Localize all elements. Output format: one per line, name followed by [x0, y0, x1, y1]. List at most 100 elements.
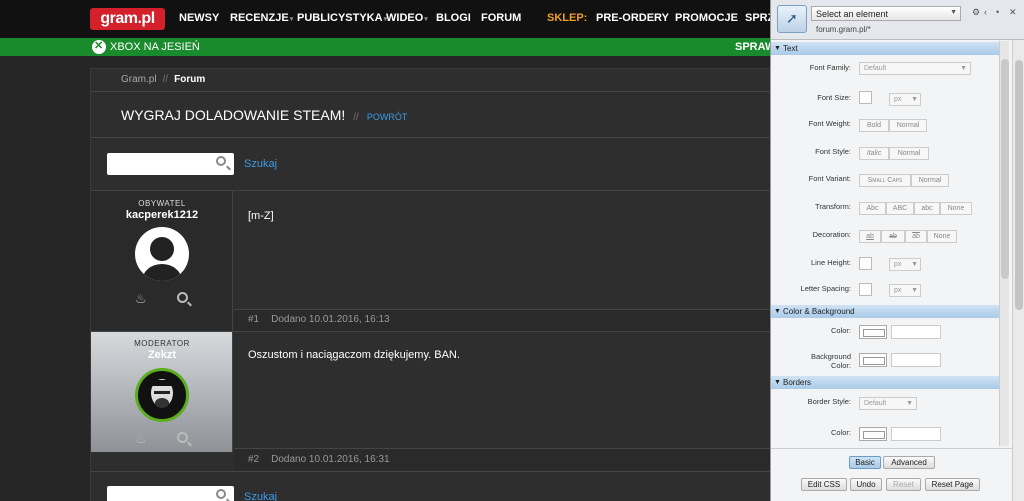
decoration-underline[interactable]: ab	[859, 230, 881, 243]
nav-forum[interactable]: FORUM	[481, 12, 521, 24]
username[interactable]: kacperek1212	[91, 209, 233, 221]
font-size-unit-select[interactable]: px ▼	[889, 93, 921, 106]
nav-publicystyka[interactable]: PUBLICYSTYKA▾	[297, 12, 387, 24]
collapse-icon[interactable]: ‹	[984, 7, 987, 17]
border-style-select[interactable]: Default ▼	[859, 397, 917, 410]
site-logo[interactable]: gram.pl	[90, 8, 165, 30]
letter-spacing-unit-select[interactable]: px ▼	[889, 284, 921, 297]
chevron-down-icon: ▼	[950, 9, 957, 16]
username[interactable]: Zekzt	[91, 349, 233, 361]
transform-none[interactable]: None	[940, 202, 972, 215]
scroll-thumb[interactable]	[1015, 60, 1023, 310]
nav-blogi[interactable]: BLOGI	[436, 12, 471, 24]
scroll-thumb[interactable]	[1001, 59, 1009, 279]
transform-capitalize[interactable]: Abc	[859, 202, 886, 215]
avatar[interactable]	[135, 227, 189, 281]
page-scrollbar[interactable]	[1012, 40, 1024, 501]
fire-icon[interactable]: ♨	[135, 431, 147, 447]
element-select[interactable]: Select an element ▼	[811, 6, 961, 21]
transform-lowercase[interactable]: abc	[914, 202, 940, 215]
undo-button[interactable]: Undo	[850, 478, 882, 491]
background-color-input[interactable]	[891, 353, 941, 367]
close-icon[interactable]: ✕	[1009, 7, 1017, 18]
font-variant-normal[interactable]: Normal	[911, 174, 949, 187]
fire-icon[interactable]: ♨	[135, 291, 147, 307]
promo-text[interactable]: XBOX NA JESIEŃ	[110, 41, 200, 53]
chevron-down-icon: ▼	[911, 96, 918, 103]
nav-recenzje[interactable]: RECENZJE▾	[230, 12, 293, 24]
section-text[interactable]: ▼ Text	[771, 42, 999, 55]
letter-spacing-input[interactable]	[859, 283, 872, 296]
reset-page-button[interactable]: Reset Page	[925, 478, 980, 491]
post-text: [m-Z]	[248, 210, 274, 222]
search-input[interactable]	[107, 153, 234, 175]
search-icon[interactable]	[216, 489, 226, 499]
inspect-element-icon[interactable]	[777, 5, 807, 33]
chevron-down-icon: ▼	[911, 287, 918, 294]
section-color-background[interactable]: ▼ Color & Background	[771, 305, 999, 318]
border-style-label: Border Style:	[807, 397, 851, 406]
font-weight-label: Font Weight:	[808, 119, 851, 128]
forum-container: Gram.pl//Forum WYGRAJ DOLADOWANIE STEAM!…	[90, 68, 791, 501]
edit-css-button[interactable]: Edit CSS	[801, 478, 847, 491]
tab-basic[interactable]: Basic	[849, 456, 881, 469]
search-icon[interactable]	[216, 156, 226, 166]
search-button[interactable]: Szukaj	[244, 158, 277, 170]
xbox-icon	[92, 39, 106, 54]
collapse-triangle-icon: ▼	[774, 379, 781, 386]
user-panel: OBYWATEL kacperek1212 ♨	[91, 191, 233, 331]
nav-preordery[interactable]: PRE-ORDERY	[596, 12, 669, 24]
font-family-label: Font Family:	[809, 63, 851, 72]
post-meta: #2 Dodano 10.01.2016, 16:31	[248, 454, 390, 465]
thread-title: WYGRAJ DOLADOWANIE STEAM!	[121, 107, 346, 123]
shop-label: SKLEP:	[547, 12, 588, 24]
font-style-normal[interactable]: Normal	[889, 147, 929, 160]
nav-newsy[interactable]: NEWSY	[179, 12, 219, 24]
default-avatar-icon	[142, 237, 182, 281]
decoration-overline[interactable]: ab	[905, 230, 927, 243]
font-style-italic[interactable]: Italic	[859, 147, 889, 160]
background-color-label: Background	[810, 352, 851, 361]
reset-button[interactable]: Reset	[886, 478, 921, 491]
post-number[interactable]: #1	[248, 314, 259, 325]
line-height-input[interactable]	[859, 257, 872, 270]
tab-advanced[interactable]: Advanced	[883, 456, 935, 469]
line-height-unit-select[interactable]: px ▼	[889, 258, 921, 271]
chevron-down-icon: ▾	[424, 16, 428, 23]
transform-label: Transform:	[815, 202, 851, 211]
user-role: MODERATOR	[134, 339, 190, 348]
decoration-line-through[interactable]: ab	[881, 230, 905, 243]
back-link[interactable]: POWRÓT	[367, 112, 408, 122]
gear-icon[interactable]: ⚙	[972, 7, 980, 18]
font-size-input[interactable]	[859, 91, 872, 104]
font-weight-normal[interactable]: Normal	[889, 119, 927, 132]
font-weight-bold[interactable]: Bold	[859, 119, 889, 132]
search-icon[interactable]	[177, 292, 188, 303]
breadcrumb-home[interactable]: Gram.pl	[121, 74, 157, 85]
post-number[interactable]: #2	[248, 454, 259, 465]
collapse-triangle-icon: ▼	[774, 308, 781, 315]
panel-scrollbar[interactable]	[999, 41, 1009, 446]
user-panel-moderator: MODERATOR Zekzt ♨	[91, 332, 233, 452]
pin-icon[interactable]: •	[996, 7, 999, 17]
thread-title-row: WYGRAJ DOLADOWANIE STEAM!//POWRÓT	[121, 107, 408, 123]
font-style-label: Font Style:	[815, 147, 851, 156]
divider	[771, 448, 1024, 449]
transform-uppercase[interactable]: ABC	[886, 202, 914, 215]
search-input-bottom[interactable]	[107, 486, 234, 501]
background-color-swatch[interactable]	[859, 353, 887, 367]
color-swatch[interactable]	[859, 325, 887, 339]
nav-promocje[interactable]: PROMOCJE	[675, 12, 738, 24]
section-borders[interactable]: ▼ Borders	[771, 376, 999, 389]
decoration-none[interactable]: None	[927, 230, 957, 243]
color-input[interactable]	[891, 325, 941, 339]
avatar[interactable]	[135, 368, 189, 422]
search-button-bottom[interactable]: Szukaj	[244, 491, 277, 501]
font-variant-small-caps[interactable]: Small Caps	[859, 174, 911, 187]
font-family-select[interactable]: Default ▼	[859, 62, 971, 75]
border-color-input[interactable]	[891, 427, 941, 441]
border-color-swatch[interactable]	[859, 427, 887, 441]
search-icon[interactable]	[177, 432, 188, 443]
nav-wideo[interactable]: WIDEO▾	[386, 12, 428, 24]
breadcrumb-current: Forum	[174, 74, 206, 85]
